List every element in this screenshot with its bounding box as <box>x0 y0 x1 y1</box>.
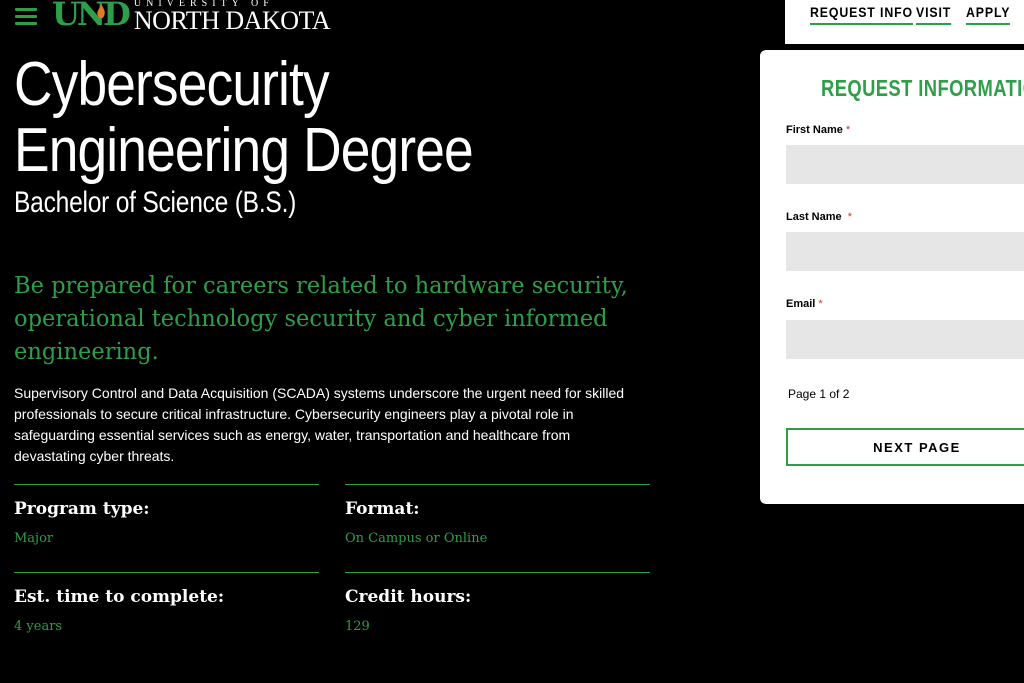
required-marker: * <box>818 298 823 310</box>
last-name-input[interactable] <box>786 232 1024 271</box>
form-page-indicator: Page 1 of 2 <box>788 387 850 401</box>
program-description: Supervisory Control and Data Acquisition… <box>14 385 625 464</box>
fact-label: Credit hours: <box>345 587 472 607</box>
flame-icon <box>97 4 105 19</box>
hamburger-icon-bar <box>15 22 37 25</box>
hamburger-icon-bar <box>15 15 37 18</box>
first-name-input[interactable] <box>786 145 1024 184</box>
top-nav: REQUEST INFO VISIT APPLY <box>785 0 1024 44</box>
nav-visit-link[interactable]: VISIT <box>916 4 952 25</box>
fact-format: Format: On Campus or Online <box>345 484 650 546</box>
fact-credit-hours: Credit hours: 129 <box>345 572 650 634</box>
menu-button[interactable] <box>15 8 37 26</box>
fact-value: Major <box>14 531 54 546</box>
request-information-form: REQUEST INFORMATION First Name * Last Na… <box>760 50 1024 504</box>
nav-apply-link[interactable]: APPLY <box>966 4 1011 25</box>
fact-label: Format: <box>345 499 420 519</box>
form-title: REQUEST INFORMATION <box>821 75 1024 101</box>
first-name-label: First Name * <box>786 124 850 136</box>
email-input[interactable] <box>786 320 1024 359</box>
und-logo[interactable]: UND UNIVERSITY OF NORTH DAKOTA <box>52 0 331 35</box>
last-name-label: Last Name * <box>786 211 852 223</box>
fact-label: Program type: <box>14 499 150 519</box>
fact-program-type: Program type: Major <box>14 484 319 546</box>
fact-value: On Campus or Online <box>345 531 488 546</box>
fact-label: Est. time to complete: <box>14 587 225 607</box>
logo-line-2: NORTH DAKOTA <box>133 6 331 35</box>
first-name-label-text: First Name <box>786 124 843 136</box>
email-label-text: Email <box>786 298 816 310</box>
fact-time-to-complete: Est. time to complete: 4 years <box>14 572 319 634</box>
hamburger-icon-bar <box>15 8 37 11</box>
tagline: Be prepared for careers related to hardw… <box>14 273 628 365</box>
next-page-button[interactable]: NEXT PAGE <box>786 428 1024 466</box>
email-label: Email * <box>786 298 823 310</box>
page-title: Cybersecurity Engineering Degree <box>14 50 474 185</box>
logo-mark: UND <box>52 0 131 33</box>
last-name-label-text: Last Name <box>786 211 842 223</box>
required-marker: * <box>845 124 851 136</box>
degree-subtitle: Bachelor of Science (B.S.) <box>14 186 297 219</box>
fact-value: 129 <box>345 619 370 634</box>
nav-request-info-link[interactable]: REQUEST INFO <box>810 4 913 25</box>
logo-mark-text: UND <box>52 0 131 33</box>
fact-value: 4 years <box>14 619 63 634</box>
required-marker: * <box>847 211 853 223</box>
